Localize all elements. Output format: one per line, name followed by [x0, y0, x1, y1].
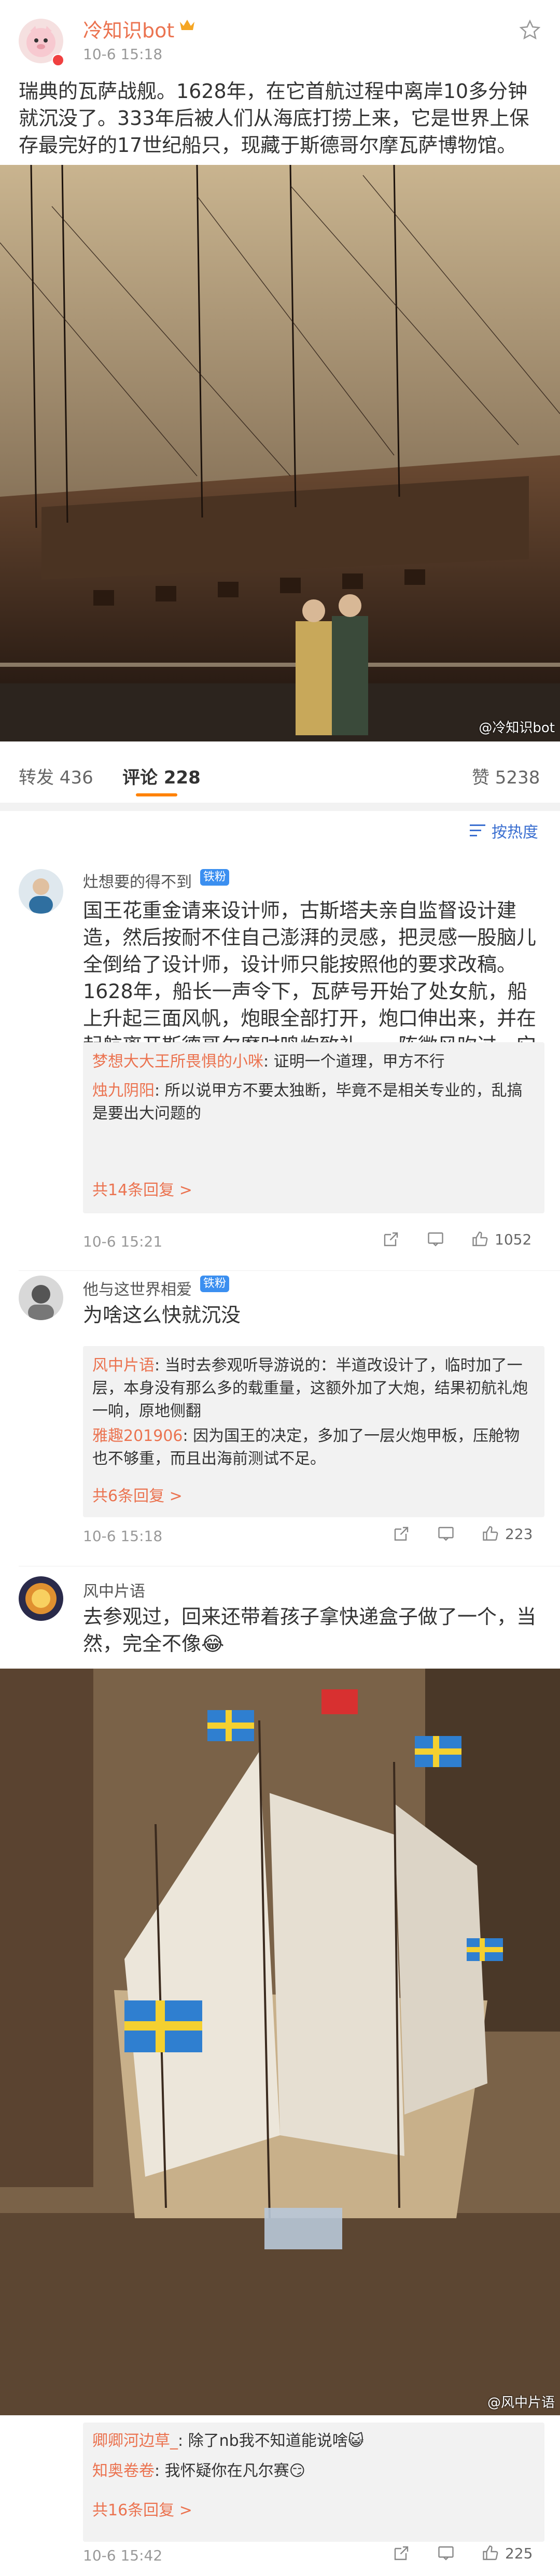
comment-time: 10-6 15:21 — [83, 1233, 163, 1250]
divider — [19, 1270, 560, 1271]
reply-item[interactable]: 梦想大大王所畏惧的小咪: 证明一个道理，甲方不行 — [92, 1051, 535, 1073]
comment-icon[interactable] — [437, 1524, 455, 1543]
tab-underline — [136, 793, 177, 796]
star-icon[interactable] — [519, 19, 541, 41]
comment-icon[interactable] — [437, 2544, 455, 2563]
like-count: 225 — [505, 2544, 533, 2562]
sort-button[interactable]: 按热度 — [470, 819, 538, 842]
comment-username[interactable]: 风中片语 — [83, 1578, 145, 1601]
image-watermark: @冷知识bot — [479, 720, 555, 736]
comment-username[interactable]: 灶想要的得不到 — [83, 869, 192, 892]
comment-time: 10-6 15:42 — [83, 2547, 163, 2564]
post-username[interactable]: 冷知识bot — [83, 15, 174, 43]
like-icon[interactable] — [471, 1230, 489, 1249]
comment-text: 去参观过，回来还带着孩子拿快递盒子做了一个，当然，完全不像😂 — [83, 1605, 537, 1655]
comment-actions: 1052 — [382, 1230, 531, 1249]
avatar[interactable] — [19, 1576, 63, 1621]
share-icon[interactable] — [392, 1524, 411, 1543]
tab-repost[interactable]: 转发 436 — [19, 763, 93, 789]
sort-icon — [470, 824, 485, 836]
comment-actions: 223 — [392, 1524, 533, 1543]
comment-text: 为啥这么快就沉没 — [83, 1304, 241, 1326]
like-icon[interactable] — [481, 2544, 500, 2563]
tab-bar: 转发 436 评论 228 赞 5238 — [0, 741, 560, 809]
more-replies-link[interactable]: 共14条回复 > — [92, 1177, 192, 1200]
reply-box: 卿卿河边草_: 除了nb我不知道能说啥😺 知奥卷卷: 我怀疑你在凡尔赛😏 共16… — [83, 2423, 544, 2542]
tab-comment[interactable]: 评论 228 — [122, 763, 201, 789]
fan-badge: 铁粉 — [200, 1276, 230, 1292]
comment-image[interactable]: @风中片语 — [0, 1669, 560, 2415]
reply-box: 梦想大大王所畏惧的小咪: 证明一个道理，甲方不行 烛九阴阳: 所以说甲方不要太独… — [83, 1042, 544, 1213]
comment-time: 10-6 15:18 — [83, 1528, 163, 1545]
comment-icon[interactable] — [426, 1230, 445, 1249]
avatar[interactable] — [19, 1276, 63, 1320]
tab-like[interactable]: 赞 5238 — [472, 763, 540, 789]
post-time: 10-6 15:18 — [83, 46, 163, 63]
comment-username[interactable]: 他与这世界相爱 — [83, 1277, 192, 1299]
share-icon[interactable] — [392, 2544, 411, 2563]
reply-item[interactable]: 烛九阴阳: 所以说甲方不要太独断，毕竟不是相关专业的，乱搞是要出大问题的 — [92, 1080, 535, 1125]
more-replies-link[interactable]: 共6条回复 > — [92, 1483, 183, 1506]
more-replies-link[interactable]: 共16条回复 > — [92, 2497, 192, 2520]
reply-item[interactable]: 卿卿河边草_: 除了nb我不知道能说啥😺 — [92, 2430, 535, 2453]
avatar[interactable] — [19, 869, 63, 914]
crown-icon — [179, 18, 195, 32]
sort-label: 按热度 — [492, 823, 538, 842]
reply-item[interactable]: 风中片语: 当时去参观听导游说的：半道改设计了，临时加了一层，本身没有那么多的载… — [92, 1354, 535, 1423]
like-count: 1052 — [495, 1230, 532, 1248]
fan-badge: 铁粉 — [200, 869, 230, 886]
reply-box: 风中片语: 当时去参观听导游说的：半道改设计了，临时加了一层，本身没有那么多的载… — [83, 1346, 544, 1517]
post-image[interactable]: @冷知识bot — [0, 165, 560, 741]
reply-item[interactable]: 雅趣201906: 因为国王的决定，多加了一层火炮甲板，压舱物也不够重，而且出海… — [92, 1425, 535, 1471]
post-text: 瑞典的瓦萨战舰。1628年，在它首航过程中离岸10多分钟就沉没了。333年后被人… — [19, 80, 529, 157]
comment-actions: 225 — [392, 2544, 533, 2563]
like-icon[interactable] — [481, 1524, 500, 1543]
image-watermark: @风中片语 — [487, 2395, 555, 2411]
verified-icon — [52, 54, 64, 66]
like-count: 223 — [505, 1525, 533, 1543]
post-header: 冷知识bot 10-6 15:18 — [0, 0, 560, 73]
reply-item[interactable]: 知奥卷卷: 我怀疑你在凡尔赛😏 — [92, 2460, 535, 2483]
share-icon[interactable] — [382, 1230, 400, 1249]
